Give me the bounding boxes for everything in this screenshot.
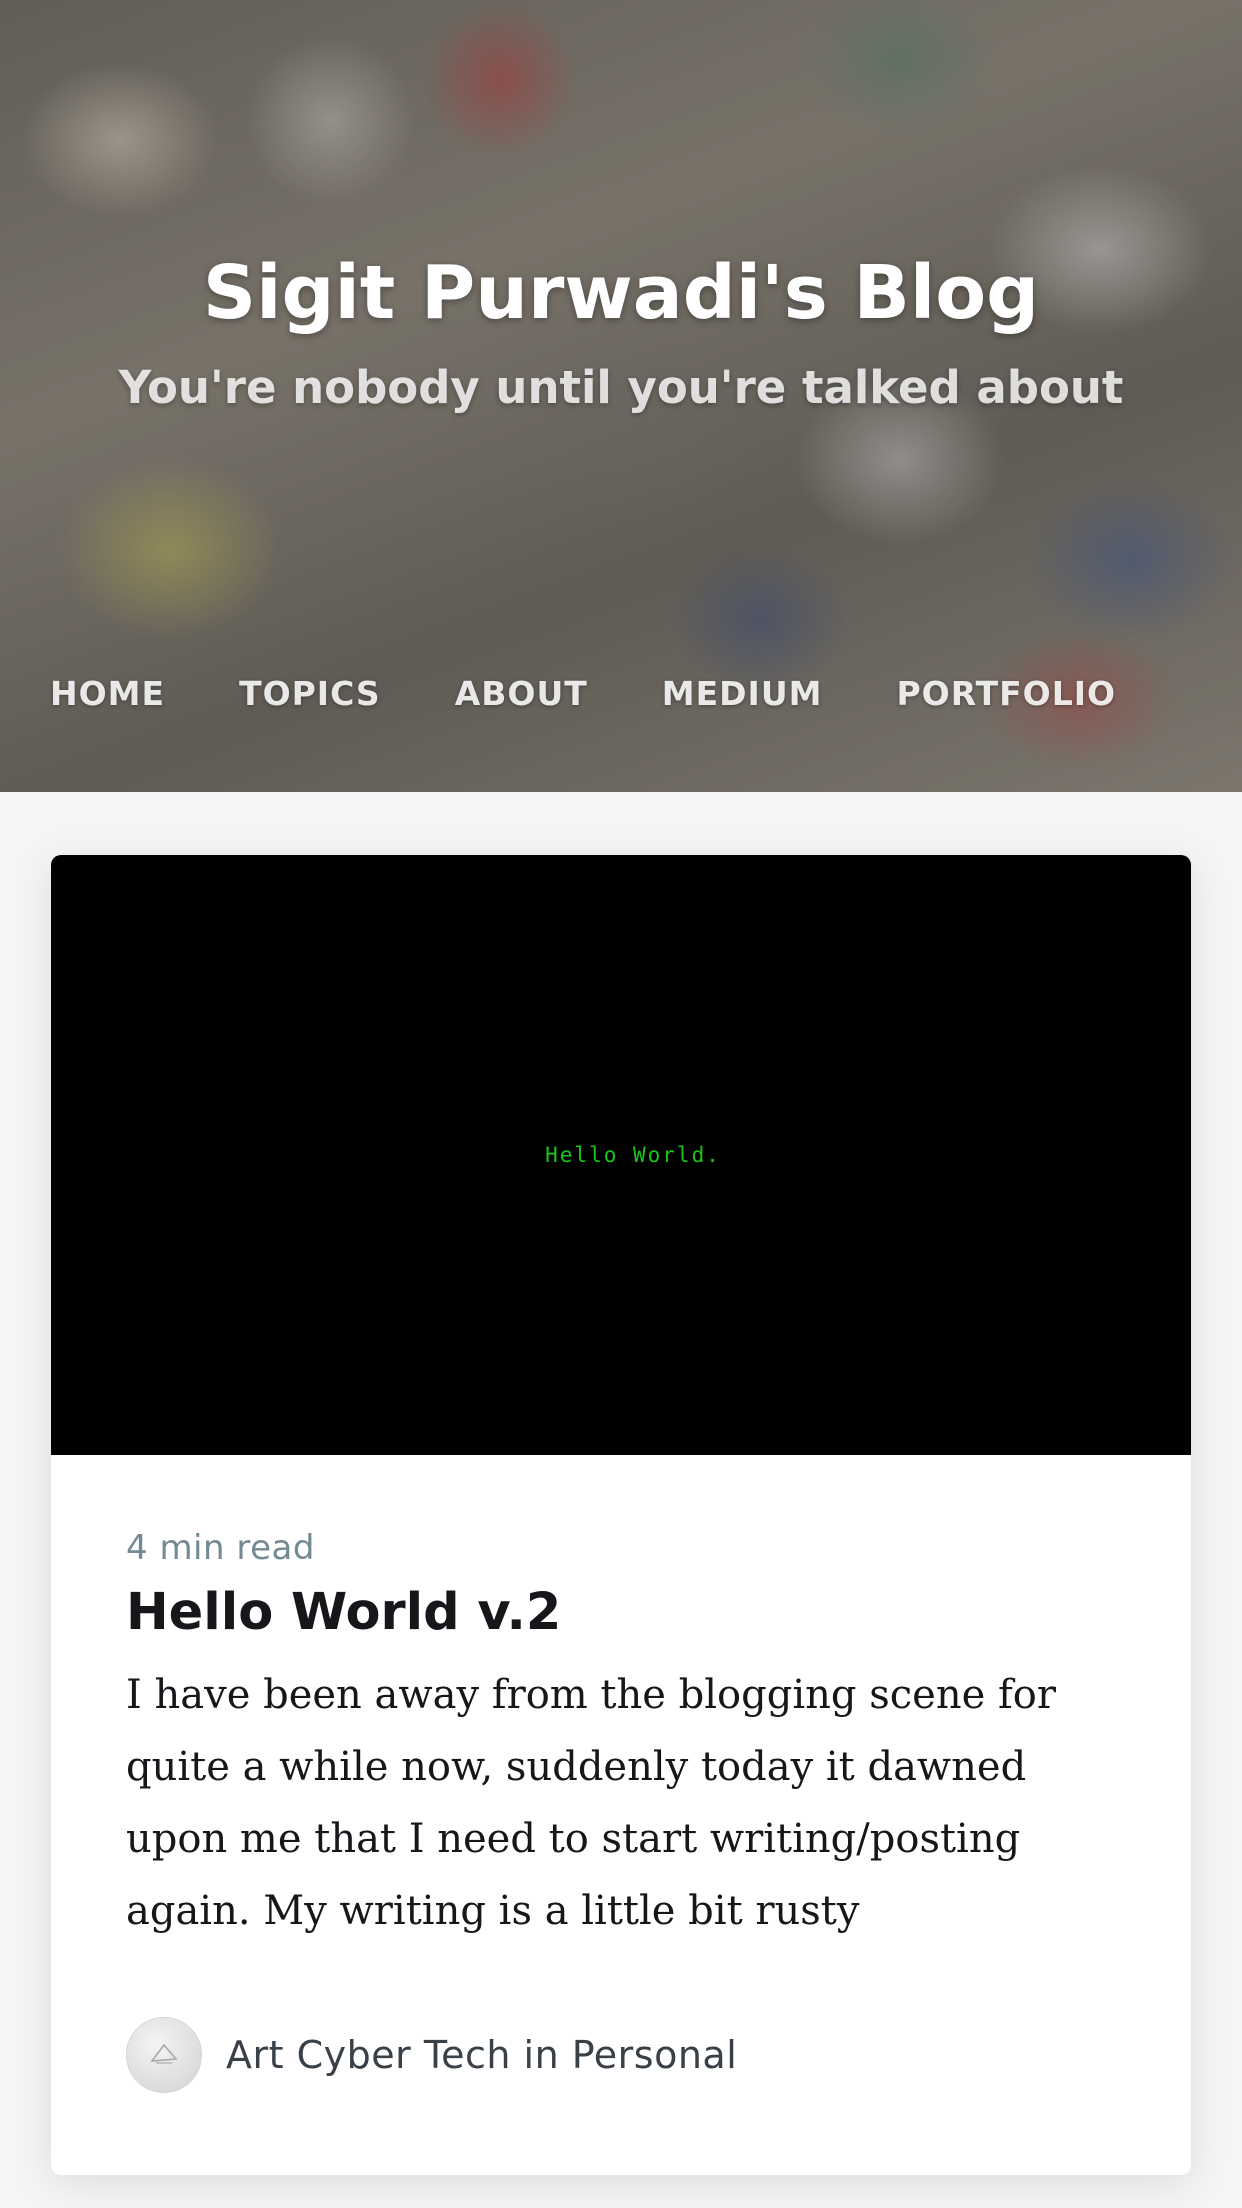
nav-item-medium[interactable]: MEDIUM bbox=[662, 666, 823, 722]
post-meta: Art Cyber Tech in Personal bbox=[126, 2017, 1116, 2093]
post-author-category[interactable]: Art Cyber Tech in Personal bbox=[226, 2030, 737, 2080]
post-body: 4 min read Hello World v.2 I have been a… bbox=[51, 1455, 1191, 2093]
nav-item-portfolio[interactable]: PORTFOLIO bbox=[896, 666, 1116, 722]
post-card[interactable]: Hello World. 4 min read Hello World v.2 … bbox=[51, 855, 1191, 2175]
site-header: Sigit Purwadi's Blog You're nobody until… bbox=[0, 0, 1242, 792]
post-image-text: Hello World. bbox=[545, 1143, 721, 1167]
post-title[interactable]: Hello World v.2 bbox=[126, 1571, 1116, 1647]
nav-item-about[interactable]: ABOUT bbox=[455, 666, 588, 722]
blog-subtitle: You're nobody until you're talked about bbox=[118, 361, 1124, 414]
blog-title[interactable]: Sigit Purwadi's Blog bbox=[0, 238, 1242, 348]
author-avatar-icon[interactable] bbox=[126, 2017, 202, 2093]
nav-item-home[interactable]: HOME bbox=[50, 666, 165, 722]
post-feature-image[interactable]: Hello World. bbox=[51, 855, 1191, 1455]
author-avatar-glyph bbox=[150, 2043, 178, 2064]
nav-item-topics[interactable]: TOPICS bbox=[239, 666, 381, 722]
main-nav: HOME TOPICS ABOUT MEDIUM PORTFOLIO bbox=[50, 666, 1116, 722]
reading-time: 4 min read bbox=[126, 1528, 315, 1568]
post-excerpt[interactable]: I have been away from the blogging scene… bbox=[126, 1647, 1126, 1947]
